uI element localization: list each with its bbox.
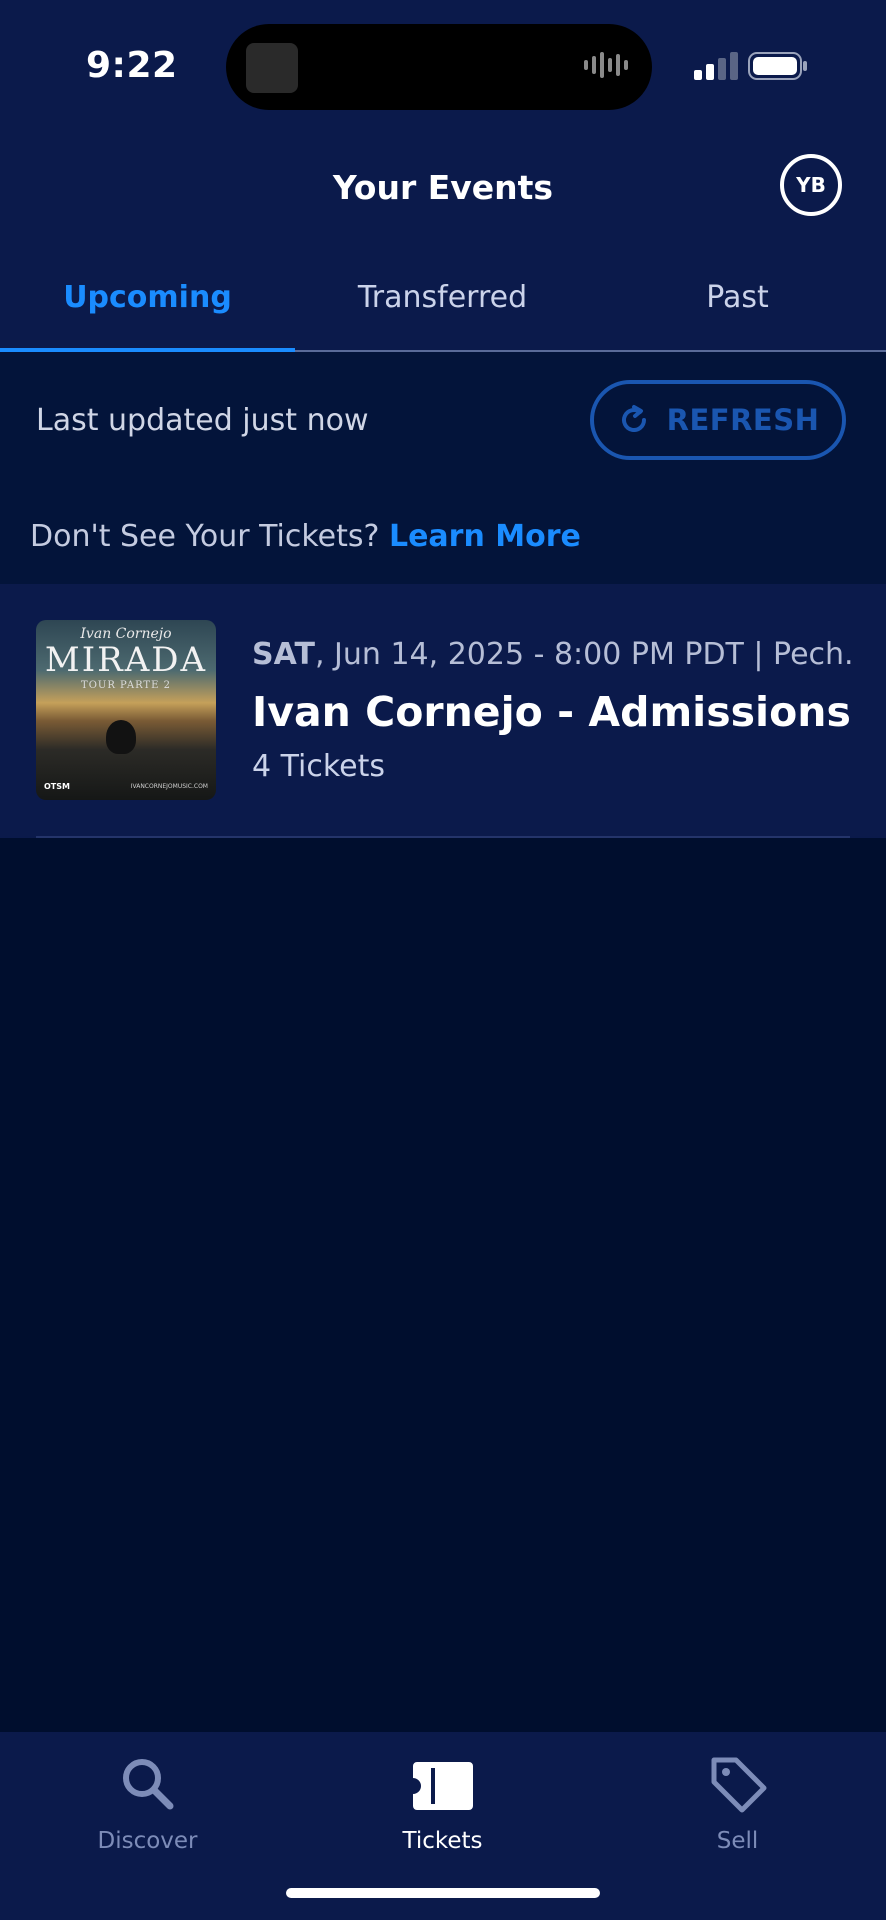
refresh-icon — [621, 405, 646, 432]
event-ticket-count: 4 Tickets — [252, 749, 386, 784]
event-date-venue: SAT, Jun 14, 2025 - 8:00 PM PDT | Pech..… — [252, 632, 852, 678]
help-prompt: Don't See Your Tickets? — [30, 519, 380, 554]
nav-discover[interactable]: Discover — [0, 1752, 295, 1862]
event-divider — [36, 836, 850, 838]
thumbnail-footer-right: IVANCORNEJOMUSIC.COM — [130, 783, 208, 790]
thumbnail-subtitle: TOUR PARTE 2 — [81, 680, 171, 691]
nav-sell-label: Sell — [716, 1828, 759, 1854]
help-line: Don't See Your Tickets? Learn More — [30, 512, 790, 562]
avatar[interactable]: YB — [780, 154, 842, 216]
thumbnail-title: MIRADA — [44, 640, 208, 680]
ticket-icon — [412, 1762, 473, 1810]
home-indicator — [286, 1888, 600, 1898]
learn-more-link[interactable]: Learn More — [389, 519, 581, 554]
tab-transferred[interactable]: Transferred — [295, 270, 590, 326]
event-thumbnail: Ivan Cornejo MIRADA TOUR PARTE 2 OTSM IV… — [36, 620, 216, 800]
now-playing-artwork — [246, 43, 298, 93]
event-date-rest: , Jun 14, 2025 - 8:00 PM PDT | Pech... — [314, 637, 852, 672]
nav-tickets[interactable]: Tickets — [295, 1752, 590, 1862]
tag-icon — [711, 1757, 766, 1813]
cellular-signal-icon — [694, 52, 738, 80]
search-icon — [122, 1759, 173, 1810]
thumbnail-figure — [106, 720, 136, 754]
battery-icon — [748, 52, 807, 80]
status-time: 9:22 — [86, 45, 178, 86]
nav-tickets-label: Tickets — [402, 1828, 483, 1854]
thumbnail-footer-left: OTSM — [44, 782, 70, 791]
nav-discover-label: Discover — [97, 1828, 198, 1854]
event-title: Ivan Cornejo - Admissions — [252, 688, 851, 736]
nav-sell[interactable]: Sell — [590, 1752, 885, 1862]
refresh-button[interactable]: REFRESH — [590, 380, 846, 460]
tab-upcoming[interactable]: Upcoming — [0, 270, 295, 326]
event-day-of-week: SAT — [252, 637, 315, 672]
page-title: Your Events — [332, 168, 554, 207]
tab-past[interactable]: Past — [590, 270, 885, 326]
audio-waveform-icon — [584, 52, 628, 78]
last-updated-text: Last updated just now — [36, 403, 369, 438]
refresh-label: REFRESH — [666, 403, 820, 437]
